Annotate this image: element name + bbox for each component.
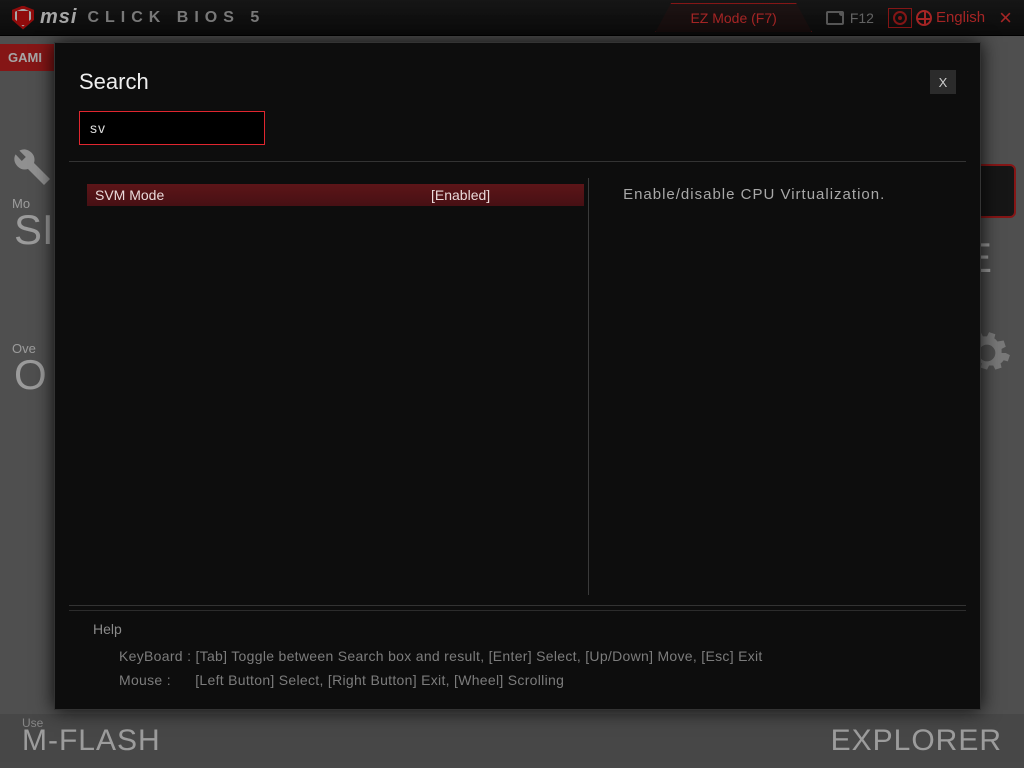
modal-close-button[interactable]: X <box>930 70 956 94</box>
results-panel[interactable]: SVM Mode [Enabled] <box>69 178 584 595</box>
help-keyboard-text: [Tab] Toggle between Search box and resu… <box>195 648 762 664</box>
result-value: [Enabled] <box>431 187 584 203</box>
divider <box>69 605 966 606</box>
help-footer: Help KeyBoard : [Tab] Toggle between Sea… <box>69 610 966 709</box>
result-row[interactable]: SVM Mode [Enabled] <box>87 184 584 206</box>
help-label: Help <box>93 621 942 637</box>
help-keyboard-label: KeyBoard : <box>119 645 191 669</box>
result-name: SVM Mode <box>95 187 431 203</box>
vertical-divider <box>588 178 589 595</box>
help-mouse-text: [Left Button] Select, [Right Button] Exi… <box>195 672 564 688</box>
search-input[interactable] <box>79 111 265 145</box>
help-mouse-label: Mouse : <box>119 669 191 693</box>
search-modal: Search X SVM Mode [Enabled] Enable/disab… <box>54 42 981 710</box>
modal-title: Search <box>79 69 149 95</box>
divider <box>69 161 966 162</box>
description-panel: Enable/disable CPU Virtualization. <box>593 178 966 595</box>
